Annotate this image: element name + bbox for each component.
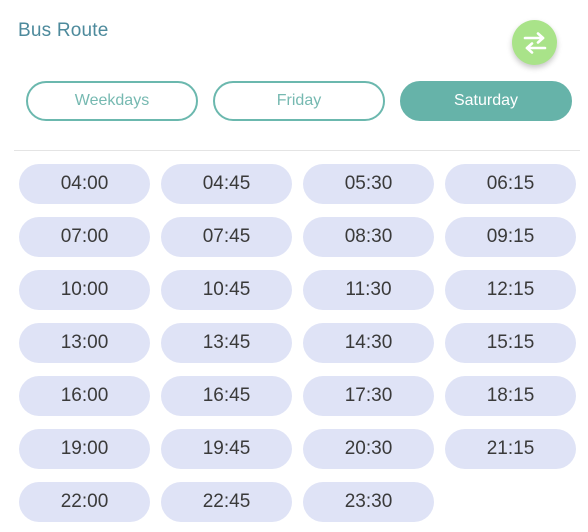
departure-times-grid: 04:00 04:45 05:30 06:15 07:00 07:45 08:3… xyxy=(19,164,576,522)
tab-saturday[interactable]: Saturday xyxy=(400,81,572,121)
swap-arrows-icon xyxy=(523,31,547,54)
time-chip[interactable]: 14:30 xyxy=(303,323,434,363)
time-chip[interactable]: 11:30 xyxy=(303,270,434,310)
time-chip[interactable]: 04:45 xyxy=(161,164,292,204)
divider xyxy=(14,150,580,151)
time-chip[interactable]: 06:15 xyxy=(445,164,576,204)
time-chip[interactable]: 12:15 xyxy=(445,270,576,310)
time-chip[interactable]: 22:45 xyxy=(161,482,292,522)
time-chip[interactable]: 10:45 xyxy=(161,270,292,310)
time-chip[interactable]: 19:00 xyxy=(19,429,150,469)
time-chip[interactable]: 22:00 xyxy=(19,482,150,522)
time-chip[interactable]: 16:45 xyxy=(161,376,292,416)
day-tabs: Weekdays Friday Saturday xyxy=(26,81,572,121)
time-chip[interactable]: 07:00 xyxy=(19,217,150,257)
tab-friday[interactable]: Friday xyxy=(213,81,385,121)
time-chip[interactable]: 13:00 xyxy=(19,323,150,363)
page-title: Bus Route xyxy=(18,20,109,41)
time-chip[interactable]: 19:45 xyxy=(161,429,292,469)
time-chip[interactable]: 13:45 xyxy=(161,323,292,363)
time-chip[interactable]: 18:15 xyxy=(445,376,576,416)
time-chip[interactable]: 21:15 xyxy=(445,429,576,469)
time-chip[interactable]: 17:30 xyxy=(303,376,434,416)
time-chip[interactable]: 20:30 xyxy=(303,429,434,469)
time-chip[interactable]: 04:00 xyxy=(19,164,150,204)
time-chip[interactable]: 23:30 xyxy=(303,482,434,522)
time-chip[interactable]: 07:45 xyxy=(161,217,292,257)
swap-direction-button[interactable] xyxy=(512,20,557,65)
time-chip[interactable]: 09:15 xyxy=(445,217,576,257)
time-chip[interactable]: 05:30 xyxy=(303,164,434,204)
time-chip[interactable]: 16:00 xyxy=(19,376,150,416)
time-chip[interactable]: 10:00 xyxy=(19,270,150,310)
time-chip[interactable]: 15:15 xyxy=(445,323,576,363)
tab-weekdays[interactable]: Weekdays xyxy=(26,81,198,121)
bus-route-screen: Bus Route Weekdays Friday Saturday 04:00… xyxy=(0,0,588,532)
time-chip[interactable]: 08:30 xyxy=(303,217,434,257)
